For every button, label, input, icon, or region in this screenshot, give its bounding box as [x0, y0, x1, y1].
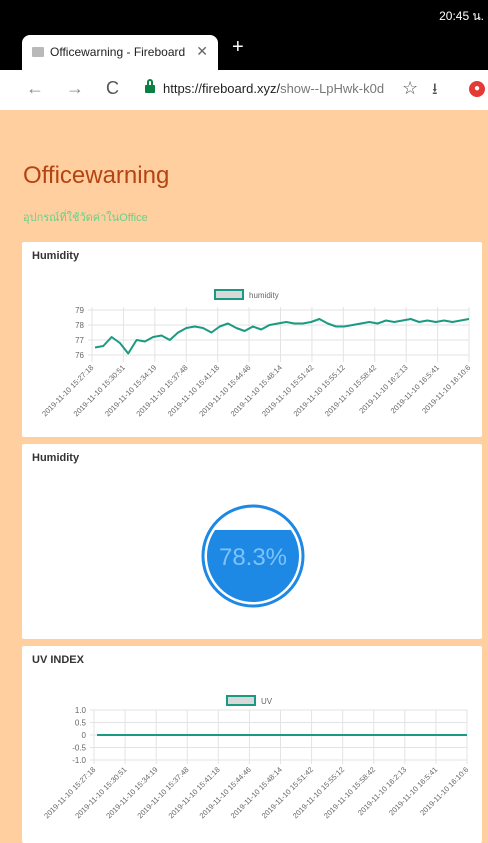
url-path: show--LpHwk-k0d [280, 81, 385, 96]
uv-legend-swatch [226, 695, 256, 706]
humidity-chart-title: Humidity [32, 250, 80, 262]
humidity-line-chart: humidity767778792019-11-10 15:27:182019-… [40, 289, 472, 418]
humidity-y-tick-label: 77 [75, 336, 84, 345]
status-bar: 20:45 น. [0, 0, 488, 26]
gauge-value-text: 78.3% [219, 544, 287, 571]
tab-title: Officewarning - Fireboard [50, 45, 186, 59]
bookmark-star-icon[interactable]: ☆ [402, 78, 418, 99]
close-tab-icon[interactable]: ✕ [196, 43, 208, 60]
humidity-y-tick-label: 79 [75, 306, 84, 315]
uv-chart-title: UV INDEX [32, 654, 84, 666]
page-subtitle: อุปกรณ์ที่ใช้วัดค่าในOffice [23, 212, 148, 224]
uv-y-tick-label: 0 [82, 731, 87, 740]
page-favicon-icon [32, 47, 44, 57]
back-icon[interactable]: ← [26, 78, 44, 99]
extension-icon[interactable]: ● [469, 81, 485, 97]
humidity-gauge-card: Humidity 78.3% [22, 444, 482, 639]
address-bar[interactable]: https://fireboard.xyz/show--LpHwk-k0d [163, 81, 384, 96]
uv-y-tick-label: 1.0 [75, 706, 87, 715]
forward-icon[interactable]: → [66, 78, 84, 99]
browser-tab[interactable]: Officewarning - Fireboard ✕ [22, 35, 218, 70]
humidity-y-tick-label: 76 [75, 351, 84, 360]
url-host: https://fireboard.xyz/ [163, 81, 281, 96]
uv-legend-label: UV [261, 697, 273, 706]
humidity-gauge: 78.3% [201, 504, 305, 608]
uv-line-chart: UV1.00.50-0.5-1.02019-11-10 15:27:182019… [42, 695, 470, 820]
new-tab-icon[interactable]: + [232, 36, 244, 59]
humidity-legend-swatch [214, 289, 244, 300]
uv-y-tick-label: 0.5 [75, 719, 87, 728]
humidity-series-line [94, 318, 470, 355]
uv-y-tick-label: -0.5 [72, 744, 86, 753]
browser-toolbar: ← → C https://fireboard.xyz/show--LpHwk-… [0, 70, 488, 111]
uv-chart-card: UV 1.0 0.5 0 -0.5 -1.0 2019-11-10 15:27:18 2019… [22, 646, 482, 843]
page-content: Officewarning อุปกรณ์ที่ใช้วัดค่าในOffic… [0, 110, 488, 843]
uv-y-tick-label: -1.0 [72, 756, 86, 765]
humidity-y-tick-label: 78 [75, 321, 84, 330]
uv-x-tick-label: 2019-11-10 15:27:18 [42, 765, 97, 820]
page-title: Officewarning [23, 162, 170, 189]
tab-strip: Officewarning - Fireboard ✕ + [0, 26, 488, 70]
reload-icon[interactable]: C [106, 78, 119, 99]
humidity-legend-label: humidity [249, 291, 279, 300]
status-time: 20:45 น. [439, 9, 484, 23]
download-icon[interactable]: ⭳ [432, 78, 438, 105]
humidity-x-tick-label: 2019-11-10 15:27:18 [40, 363, 95, 418]
lock-icon [145, 79, 155, 94]
humidity-chart-card: humidity 76 77 78 79 2019-11-10 15:27:18 2019-… [22, 242, 482, 437]
